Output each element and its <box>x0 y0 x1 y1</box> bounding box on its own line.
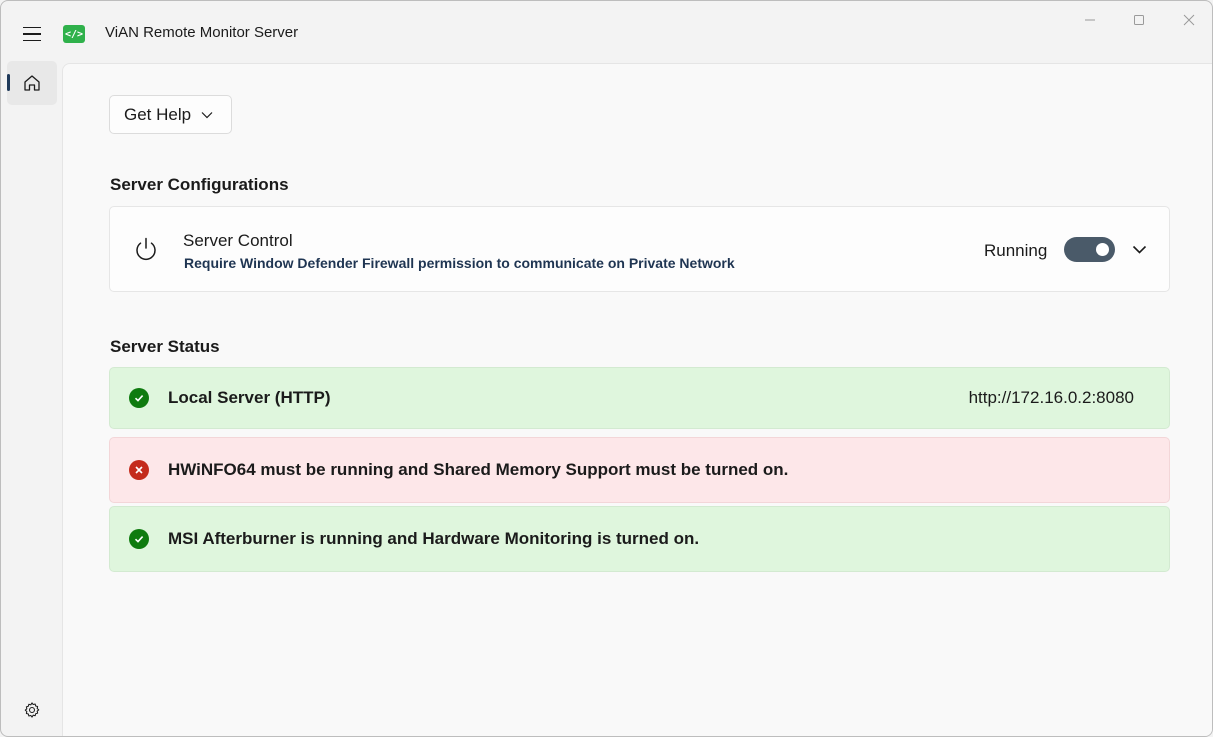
server-configurations-heading: Server Configurations <box>110 175 289 194</box>
status-row-local-server: Local Server (HTTP) http://172.16.0.2:80… <box>109 367 1170 429</box>
server-control-title: Server Control <box>183 231 293 250</box>
title-bar: </> ViAN Remote Monitor Server <box>1 1 1212 63</box>
app-window: </> ViAN Remote Monitor Server Get Help <box>0 0 1213 737</box>
status-row-afterburner: MSI Afterburner is running and Hardware … <box>109 506 1170 572</box>
check-icon <box>129 529 149 549</box>
server-toggle[interactable] <box>1064 237 1115 262</box>
content-pane: Get Help Server Configurations Server Co… <box>62 63 1212 736</box>
status-text: MSI Afterburner is running and Hardware … <box>168 529 700 548</box>
status-text: HWiNFO64 must be running and Shared Memo… <box>168 460 789 479</box>
minimize-button[interactable] <box>1070 9 1110 31</box>
status-text: Local Server (HTTP) <box>168 388 331 407</box>
close-window-button[interactable] <box>1169 9 1209 31</box>
hamburger-icon <box>23 26 41 29</box>
app-title: ViAN Remote Monitor Server <box>105 24 299 41</box>
status-row-hwinfo: HWiNFO64 must be running and Shared Memo… <box>109 437 1170 503</box>
chevron-down-icon <box>1132 245 1146 254</box>
settings-icon <box>24 702 40 718</box>
server-control-card: Server Control Require Window Defender F… <box>109 206 1170 292</box>
selection-indicator <box>7 74 10 91</box>
server-control-description: Require Window Defender Firewall permiss… <box>184 255 735 271</box>
menu-button[interactable] <box>13 18 51 50</box>
minimize-icon <box>1085 19 1095 21</box>
server-state-label: Running <box>984 241 1048 260</box>
error-icon <box>129 460 149 480</box>
server-url: http://172.16.0.2:8080 <box>968 388 1134 407</box>
maximize-icon <box>1134 15 1144 25</box>
chevron-down-icon <box>201 111 213 118</box>
expand-button[interactable] <box>1128 239 1150 259</box>
get-help-button[interactable]: Get Help <box>109 95 232 134</box>
server-status-heading: Server Status <box>110 337 220 356</box>
nav-item-settings[interactable] <box>15 693 49 727</box>
check-icon <box>129 388 149 408</box>
toggle-knob <box>1096 243 1109 256</box>
nav-item-home[interactable] <box>7 61 57 105</box>
close-icon <box>1183 14 1195 26</box>
app-logo-icon: </> <box>63 25 85 43</box>
maximize-button[interactable] <box>1119 9 1159 31</box>
power-icon <box>136 237 156 261</box>
get-help-label: Get Help <box>124 104 192 124</box>
home-icon <box>24 75 40 91</box>
